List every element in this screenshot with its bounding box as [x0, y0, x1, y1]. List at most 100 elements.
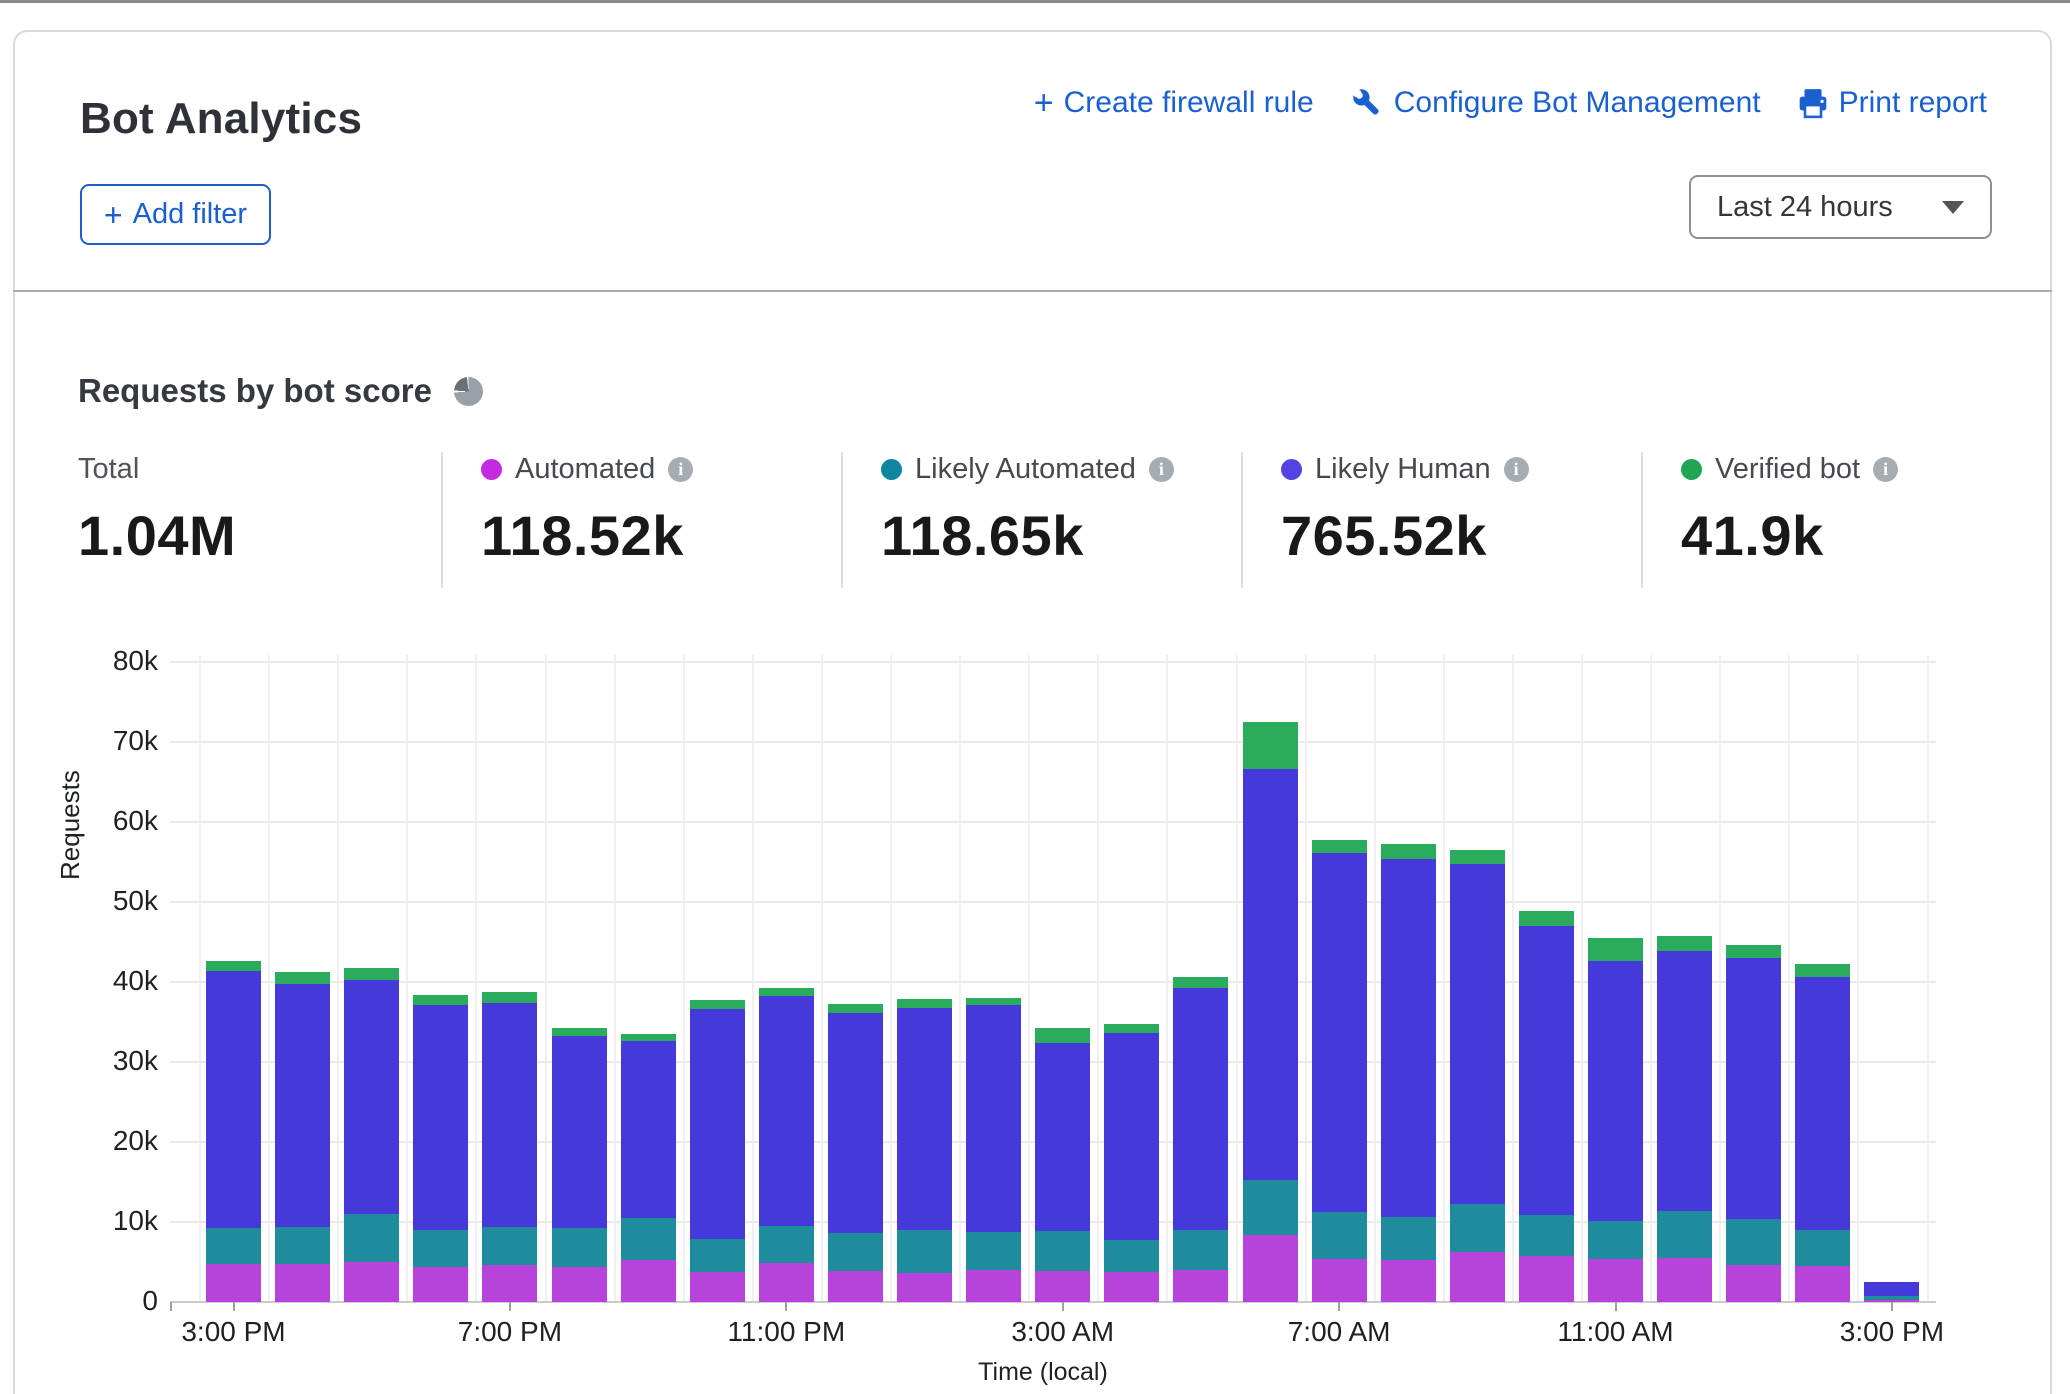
likely_automated-bar-segment[interactable]	[1312, 1212, 1367, 1258]
likely_automated-bar-segment[interactable]	[206, 1228, 261, 1265]
automated-bar-segment[interactable]	[1035, 1271, 1090, 1302]
automated-bar-segment[interactable]	[897, 1273, 952, 1302]
stacked-bar[interactable]	[482, 992, 537, 1302]
stacked-bar[interactable]	[1243, 722, 1298, 1302]
stat-likely-automated[interactable]: Likely Automated i 118.65k	[881, 452, 1174, 568]
verified_bot-bar-segment[interactable]	[482, 992, 537, 1002]
verified_bot-bar-segment[interactable]	[1312, 840, 1367, 854]
automated-bar-segment[interactable]	[552, 1267, 607, 1302]
stacked-bar[interactable]	[966, 998, 1021, 1302]
automated-bar-segment[interactable]	[828, 1271, 883, 1302]
automated-bar-segment[interactable]	[966, 1270, 1021, 1302]
print-report-link[interactable]: Print report	[1797, 86, 1987, 120]
verified_bot-bar-segment[interactable]	[1588, 938, 1643, 961]
likely_human-bar-segment[interactable]	[897, 1008, 952, 1230]
verified_bot-bar-segment[interactable]	[966, 998, 1021, 1005]
stacked-bar[interactable]	[1519, 911, 1574, 1302]
likely_automated-bar-segment[interactable]	[413, 1230, 468, 1267]
likely_human-bar-segment[interactable]	[1104, 1033, 1159, 1240]
verified_bot-bar-segment[interactable]	[1243, 722, 1298, 769]
stat-verified-bot[interactable]: Verified bot i 41.9k	[1681, 452, 1898, 568]
stacked-bar[interactable]	[275, 972, 330, 1302]
likely_human-bar-segment[interactable]	[966, 1005, 1021, 1232]
likely_automated-bar-segment[interactable]	[1519, 1215, 1574, 1257]
stacked-bar[interactable]	[1795, 964, 1850, 1302]
automated-bar-segment[interactable]	[275, 1264, 330, 1302]
verified_bot-bar-segment[interactable]	[1795, 964, 1850, 978]
automated-bar-segment[interactable]	[1450, 1252, 1505, 1302]
likely_human-bar-segment[interactable]	[206, 971, 261, 1228]
likely_human-bar-segment[interactable]	[1795, 977, 1850, 1230]
stacked-bar[interactable]	[1104, 1024, 1159, 1302]
info-icon[interactable]: i	[1504, 457, 1529, 482]
likely_automated-bar-segment[interactable]	[828, 1233, 883, 1271]
automated-bar-segment[interactable]	[1657, 1258, 1712, 1302]
info-icon[interactable]: i	[668, 457, 693, 482]
likely_automated-bar-segment[interactable]	[1035, 1231, 1090, 1271]
likely_human-bar-segment[interactable]	[1726, 958, 1781, 1219]
likely_automated-bar-segment[interactable]	[1104, 1240, 1159, 1272]
likely_human-bar-segment[interactable]	[1588, 961, 1643, 1221]
stacked-bar[interactable]	[828, 1004, 883, 1302]
likely_automated-bar-segment[interactable]	[1726, 1219, 1781, 1265]
stacked-bar[interactable]	[1312, 840, 1367, 1302]
automated-bar-segment[interactable]	[621, 1260, 676, 1302]
automated-bar-segment[interactable]	[1173, 1270, 1228, 1302]
likely_human-bar-segment[interactable]	[828, 1013, 883, 1233]
verified_bot-bar-segment[interactable]	[1726, 945, 1781, 958]
verified_bot-bar-segment[interactable]	[1035, 1028, 1090, 1042]
likely_automated-bar-segment[interactable]	[1450, 1204, 1505, 1251]
verified_bot-bar-segment[interactable]	[1173, 977, 1228, 988]
likely_automated-bar-segment[interactable]	[966, 1232, 1021, 1270]
stacked-bar[interactable]	[1035, 1028, 1090, 1302]
likely_human-bar-segment[interactable]	[482, 1003, 537, 1227]
likely_human-bar-segment[interactable]	[1243, 769, 1298, 1179]
verified_bot-bar-segment[interactable]	[206, 961, 261, 971]
stacked-bar[interactable]	[1657, 936, 1712, 1302]
verified_bot-bar-segment[interactable]	[1519, 911, 1574, 926]
stacked-bar[interactable]	[1381, 844, 1436, 1302]
stacked-bar[interactable]	[1588, 938, 1643, 1302]
automated-bar-segment[interactable]	[1104, 1272, 1159, 1302]
likely_human-bar-segment[interactable]	[275, 984, 330, 1227]
verified_bot-bar-segment[interactable]	[1450, 850, 1505, 864]
stacked-bar[interactable]	[344, 968, 399, 1302]
automated-bar-segment[interactable]	[1519, 1256, 1574, 1302]
likely_automated-bar-segment[interactable]	[621, 1218, 676, 1260]
verified_bot-bar-segment[interactable]	[344, 968, 399, 980]
verified_bot-bar-segment[interactable]	[1657, 936, 1712, 950]
automated-bar-segment[interactable]	[1381, 1260, 1436, 1302]
automated-bar-segment[interactable]	[1588, 1259, 1643, 1302]
configure-bot-management-link[interactable]: Configure Bot Management	[1350, 86, 1761, 120]
stacked-bar[interactable]	[621, 1034, 676, 1302]
automated-bar-segment[interactable]	[759, 1263, 814, 1302]
likely_human-bar-segment[interactable]	[413, 1005, 468, 1230]
verified_bot-bar-segment[interactable]	[1104, 1024, 1159, 1034]
stacked-bar[interactable]	[1726, 945, 1781, 1302]
automated-bar-segment[interactable]	[1243, 1235, 1298, 1302]
info-icon[interactable]: i	[1873, 457, 1898, 482]
stacked-bar[interactable]	[1864, 1282, 1919, 1302]
likely_automated-bar-segment[interactable]	[759, 1226, 814, 1263]
automated-bar-segment[interactable]	[1795, 1266, 1850, 1302]
verified_bot-bar-segment[interactable]	[897, 999, 952, 1008]
likely_human-bar-segment[interactable]	[1450, 864, 1505, 1204]
likely_automated-bar-segment[interactable]	[482, 1227, 537, 1265]
likely_human-bar-segment[interactable]	[1312, 853, 1367, 1212]
verified_bot-bar-segment[interactable]	[275, 972, 330, 983]
likely_human-bar-segment[interactable]	[1657, 951, 1712, 1211]
stacked-bar[interactable]	[690, 1000, 745, 1302]
verified_bot-bar-segment[interactable]	[413, 995, 468, 1005]
likely_human-bar-segment[interactable]	[552, 1036, 607, 1229]
likely_automated-bar-segment[interactable]	[1173, 1230, 1228, 1270]
automated-bar-segment[interactable]	[206, 1264, 261, 1302]
info-icon[interactable]: i	[1149, 457, 1174, 482]
stacked-bar[interactable]	[1450, 850, 1505, 1302]
likely_automated-bar-segment[interactable]	[690, 1239, 745, 1273]
stacked-bar[interactable]	[413, 995, 468, 1302]
automated-bar-segment[interactable]	[344, 1262, 399, 1302]
likely_automated-bar-segment[interactable]	[275, 1227, 330, 1265]
stacked-bar[interactable]	[206, 961, 261, 1302]
likely_human-bar-segment[interactable]	[1381, 859, 1436, 1217]
verified_bot-bar-segment[interactable]	[621, 1034, 676, 1041]
